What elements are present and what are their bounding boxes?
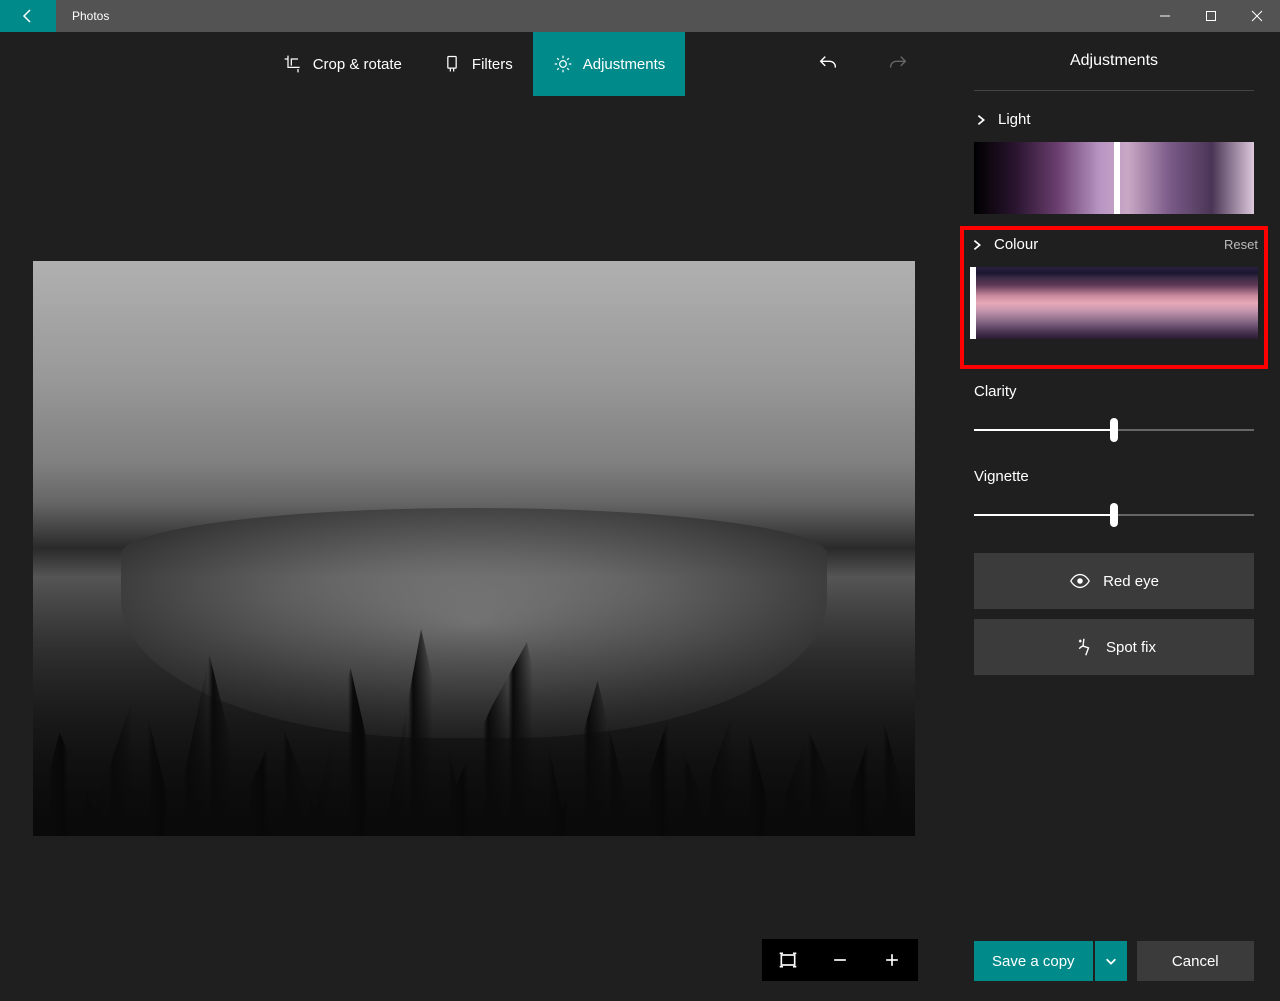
- highlight-colour-section: Colour Reset: [960, 226, 1268, 369]
- save-dropdown-button[interactable]: [1095, 941, 1127, 981]
- save-group: Save a copy: [974, 941, 1127, 981]
- minimize-button[interactable]: [1142, 0, 1188, 32]
- light-label: Light: [998, 111, 1031, 128]
- colour-header[interactable]: Colour Reset: [970, 236, 1258, 253]
- clarity-slider[interactable]: [974, 420, 1254, 440]
- preview-image[interactable]: [33, 261, 915, 836]
- tab-label: Crop & rotate: [313, 56, 402, 73]
- zoom-out-button[interactable]: [814, 939, 866, 981]
- section-colour: Colour Reset: [970, 236, 1258, 339]
- vignette-slider-thumb[interactable]: [1110, 503, 1118, 527]
- crop-icon: [283, 54, 303, 74]
- light-header[interactable]: Light: [974, 111, 1254, 128]
- tab-crop-rotate[interactable]: Crop & rotate: [263, 32, 422, 96]
- red-eye-label: Red eye: [1103, 573, 1159, 590]
- light-slider[interactable]: [974, 142, 1254, 214]
- titlebar: Photos: [0, 0, 1280, 32]
- eye-icon: [1069, 570, 1091, 592]
- section-light: Light: [974, 111, 1254, 214]
- zoom-in-button[interactable]: [866, 939, 918, 981]
- clarity-label: Clarity: [974, 383, 1254, 400]
- close-button[interactable]: [1234, 0, 1280, 32]
- window-controls: [1142, 0, 1280, 32]
- panel-title: Adjustments: [974, 52, 1254, 91]
- colour-reset-button[interactable]: Reset: [1224, 237, 1258, 252]
- toolbar: Crop & rotate Filters Adjustments: [0, 32, 948, 96]
- spot-fix-icon: [1072, 636, 1094, 658]
- zoom-tools: [762, 939, 918, 981]
- fit-button[interactable]: [762, 939, 814, 981]
- tab-filters[interactable]: Filters: [422, 32, 533, 96]
- filters-icon: [442, 54, 462, 74]
- section-clarity: Clarity: [974, 383, 1254, 440]
- redo-button[interactable]: [878, 44, 918, 84]
- spot-fix-button[interactable]: Spot fix: [974, 619, 1254, 675]
- adjustments-icon: [553, 54, 573, 74]
- spot-fix-label: Spot fix: [1106, 639, 1156, 656]
- image-container: [0, 96, 948, 1001]
- colour-label: Colour: [994, 236, 1038, 253]
- tab-label: Filters: [472, 56, 513, 73]
- undo-button[interactable]: [808, 44, 848, 84]
- cancel-button[interactable]: Cancel: [1137, 941, 1254, 981]
- colour-slider-thumb[interactable]: [970, 267, 976, 339]
- maximize-button[interactable]: [1188, 0, 1234, 32]
- chevron-right-icon: [970, 238, 984, 252]
- colour-slider[interactable]: [970, 267, 1258, 339]
- adjustments-panel: Adjustments Light Colour Reset: [948, 32, 1280, 1001]
- clarity-slider-thumb[interactable]: [1110, 418, 1118, 442]
- save-button[interactable]: Save a copy: [974, 941, 1093, 981]
- vignette-label: Vignette: [974, 468, 1254, 485]
- app-title: Photos: [56, 9, 109, 23]
- section-vignette: Vignette: [974, 468, 1254, 525]
- chevron-down-icon: [1104, 954, 1118, 968]
- canvas-area: Crop & rotate Filters Adjustments: [0, 32, 948, 1001]
- bottom-actions: Save a copy Cancel: [974, 921, 1254, 981]
- light-slider-thumb[interactable]: [1114, 142, 1120, 214]
- tab-label: Adjustments: [583, 56, 666, 73]
- chevron-right-icon: [974, 113, 988, 127]
- vignette-slider[interactable]: [974, 505, 1254, 525]
- red-eye-button[interactable]: Red eye: [974, 553, 1254, 609]
- back-button[interactable]: [0, 0, 56, 32]
- tab-adjustments[interactable]: Adjustments: [533, 32, 686, 96]
